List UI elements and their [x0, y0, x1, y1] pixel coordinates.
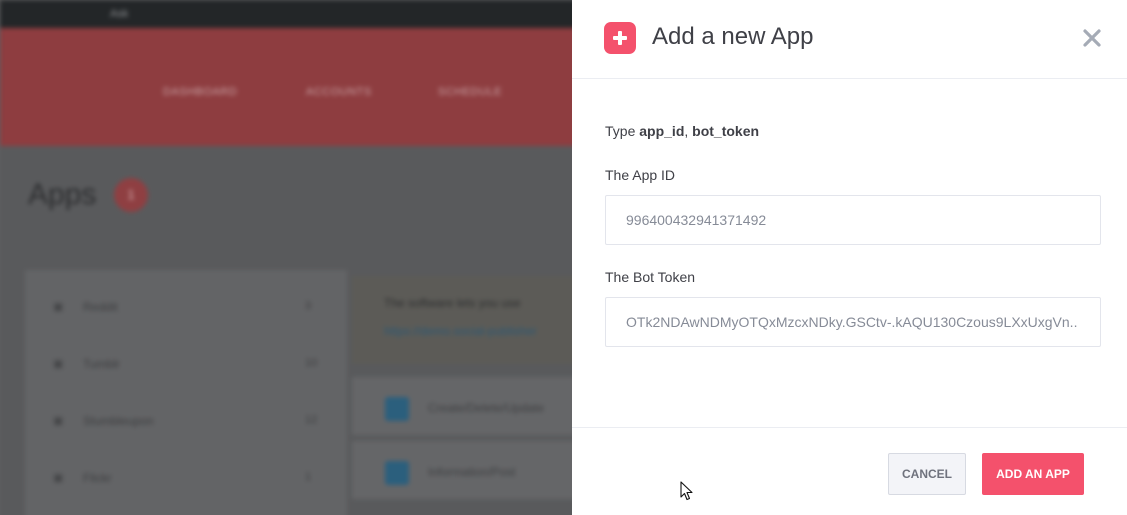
bot-token-label: The Bot Token	[605, 269, 696, 285]
sidebar-item-count: 10	[305, 357, 318, 369]
sidebar-item: ▣ Reddit 3	[25, 276, 347, 333]
sidebar-item-label: Stumbleupon	[83, 414, 154, 428]
sidebar-item-count: 1	[305, 471, 312, 483]
list-item-text: Information/Post	[428, 465, 516, 479]
page-title: Apps	[28, 178, 97, 211]
nav-item-accounts: ACCOUNTS	[306, 86, 372, 98]
sidebar-icon: ▣	[53, 301, 64, 313]
add-app-button[interactable]: ADD AN APP	[982, 453, 1084, 495]
sidebar-icon: ▣	[53, 415, 64, 427]
sidebar-item-label: Flickr	[83, 471, 112, 485]
page-badge: 1	[114, 178, 148, 212]
sidebar-item-label: Reddit	[83, 300, 118, 314]
type-hint-app-id: app_id	[639, 123, 685, 139]
bot-token-field[interactable]	[605, 297, 1101, 347]
close-icon[interactable]	[1080, 26, 1104, 50]
nav-item-dashboard: DASHBOARD	[163, 86, 238, 98]
app-id-field[interactable]	[605, 195, 1101, 245]
sidebar-item: ▣ Flickr 1	[25, 447, 347, 504]
cancel-button[interactable]: CANCEL	[888, 453, 966, 495]
panel-header: Add a new App	[572, 0, 1127, 79]
sidebar-icon: ▣	[53, 358, 64, 370]
list-item-text: Create/Delete/Update	[428, 401, 545, 415]
info-link: https://demo.social-publisher	[384, 324, 537, 338]
list-item: Information/Post	[352, 441, 575, 499]
add-app-panel: Add a new App Type app_id, bot_token The…	[572, 0, 1127, 515]
info-box: The software lets you use https://demo.s…	[352, 276, 575, 364]
info-text: The software lets you use	[384, 296, 521, 310]
browser-topbar: Ask	[0, 0, 575, 28]
panel-title: Add a new App	[652, 23, 814, 50]
app-id-label: The App ID	[605, 167, 676, 183]
sidebar-item-count: 3	[305, 300, 312, 312]
sidebar-item: ▣ Stumbleupon 12	[25, 390, 347, 447]
sidebar-icon: ▣	[53, 472, 64, 484]
sidebar-item: ▣ Tumblr 10	[25, 333, 347, 390]
type-hint-prefix: Type	[605, 123, 640, 139]
type-hint-separator: ,	[684, 123, 693, 139]
type-hint-bot-token: bot_token	[692, 123, 760, 139]
mouse-pointer-icon	[680, 481, 693, 501]
background-sidebar: ▣ Reddit 3 ▣ Tumblr 10 ▣ Stumbleupon 12 …	[25, 270, 347, 515]
checkbox	[385, 397, 409, 421]
checkbox	[385, 461, 409, 485]
panel-footer: CANCEL ADD AN APP	[572, 427, 1127, 515]
plus-icon	[604, 22, 636, 54]
nav-item-schedule: SCHEDULE	[438, 86, 502, 98]
panel-body: Type app_id, bot_token The App ID The Bo…	[572, 79, 1127, 427]
type-hint: Type app_id, bot_token	[605, 123, 759, 139]
list-item: Create/Delete/Update	[352, 377, 575, 435]
sidebar-item-count: 12	[305, 414, 318, 426]
sidebar-item-label: Tumblr	[83, 357, 120, 371]
background-app: Ask DASHBOARD ACCOUNTS SCHEDULE Apps 1 ▣…	[0, 0, 575, 515]
topbar-text: Ask	[110, 8, 129, 20]
